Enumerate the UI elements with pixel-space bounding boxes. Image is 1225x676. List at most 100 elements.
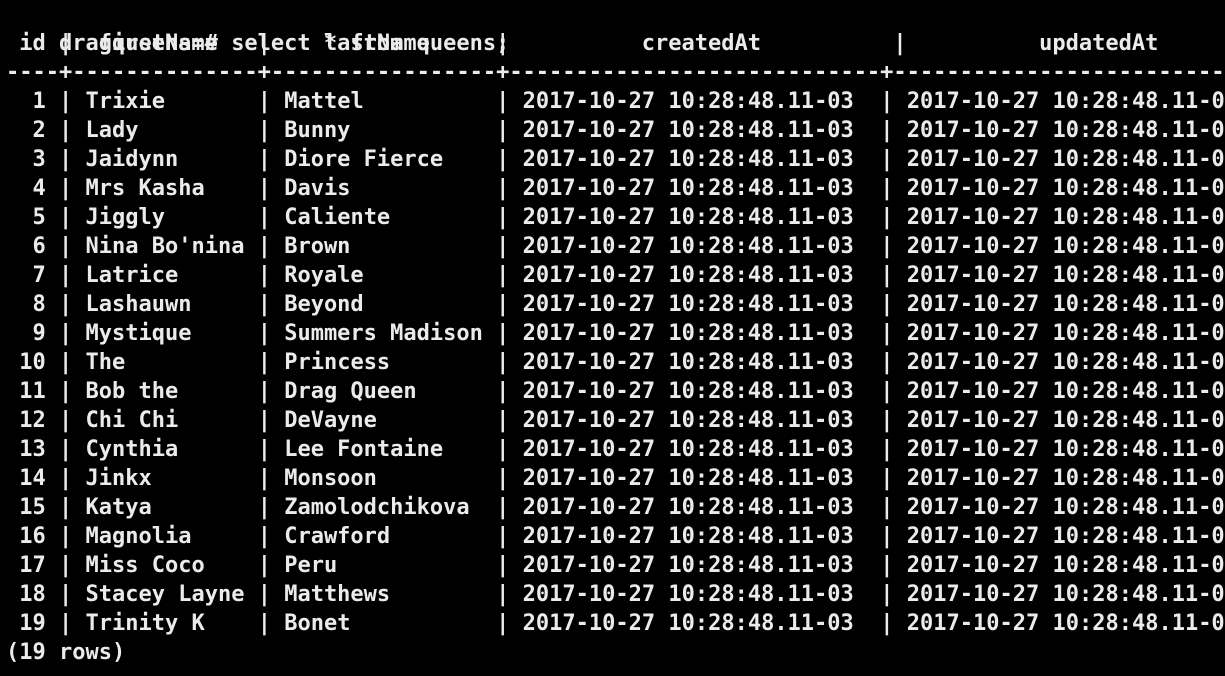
cell-padding (6, 524, 19, 549)
column-separator: | (482, 466, 523, 491)
cell-lastname: Zamolodchikova (284, 495, 470, 520)
cell-createdat: 2017-10-27 10:28:48.11-03 (522, 321, 854, 346)
cell-padding (854, 466, 867, 491)
column-separator: | (45, 118, 86, 143)
cell-firstname: The (85, 350, 126, 375)
column-separator: | (45, 582, 86, 607)
column-separator: | (244, 234, 285, 259)
cell-id: 11 (19, 379, 46, 404)
cell-padding (390, 582, 483, 607)
table-row: 1 | Trixie | Mattel | 2017-10-27 10:28:4… (6, 87, 1225, 116)
table-body: 1 | Trixie | Mattel | 2017-10-27 10:28:4… (0, 87, 1225, 638)
cell-padding (377, 466, 483, 491)
column-separator: | (45, 466, 86, 491)
column-separator: | (244, 263, 285, 288)
prompt-line: dragqueens=# select * from queens; (6, 0, 1225, 56)
cell-padding (350, 176, 482, 201)
cell-updatedat: 2017-10-27 10:28:48.11-03 (906, 379, 1225, 404)
cell-lastname: Royale (284, 263, 364, 288)
table-row: 17 | Miss Coco | Peru | 2017-10-27 10:28… (6, 551, 1225, 580)
table-row: 10 | The | Princess | 2017-10-27 10:28:4… (6, 348, 1225, 377)
table-row: 11 | Bob the | Drag Queen | 2017-10-27 1… (6, 377, 1225, 406)
cell-firstname: Jinkx (85, 466, 152, 491)
cell-padding (178, 147, 244, 172)
cell-lastname: Mattel (284, 89, 364, 114)
cell-padding (6, 292, 33, 317)
column-separator: | (45, 524, 86, 549)
cell-padding (854, 524, 867, 549)
cell-padding (854, 234, 867, 259)
column-separator: | (482, 350, 523, 375)
cell-updatedat: 2017-10-27 10:28:48.11-03 (906, 611, 1225, 636)
cell-createdat: 2017-10-27 10:28:48.11-03 (522, 176, 854, 201)
cell-firstname: Stacey Layne (85, 582, 245, 607)
terminal-window[interactable]: dragqueens=# select * from queens; id | … (0, 0, 1225, 676)
column-separator: | (482, 611, 523, 636)
column-separator: | (867, 437, 907, 462)
cell-updatedat: 2017-10-27 10:28:48.11-03 (906, 553, 1225, 578)
table-row: 2 | Lady | Bunny | 2017-10-27 10:28:48.1… (6, 116, 1225, 145)
cell-id: 13 (19, 437, 46, 462)
column-separator: | (482, 582, 523, 607)
cell-id: 16 (19, 524, 46, 549)
column-separator: | (244, 466, 285, 491)
column-separator: | (867, 553, 907, 578)
cell-padding (854, 379, 867, 404)
cell-padding (854, 553, 867, 578)
cell-createdat: 2017-10-27 10:28:48.11-03 (522, 379, 854, 404)
cell-updatedat: 2017-10-27 10:28:48.11-03 (906, 466, 1225, 491)
cell-padding (6, 350, 19, 375)
cell-padding (854, 350, 867, 375)
cell-firstname: Lashauwn (85, 292, 192, 317)
column-separator: | (867, 582, 907, 607)
cell-padding (417, 379, 483, 404)
cell-padding (350, 118, 482, 143)
column-separator: | (482, 437, 523, 462)
cell-padding (6, 263, 33, 288)
cell-lastname: Peru (284, 553, 338, 578)
column-separator: | (482, 205, 523, 230)
table-row: 15 | Katya | Zamolodchikova | 2017-10-27… (6, 493, 1225, 522)
column-separator: | (482, 234, 523, 259)
cell-padding (350, 234, 482, 259)
cell-padding (854, 176, 867, 201)
cell-padding (152, 466, 245, 491)
table-row: 16 | Magnolia | Crawford | 2017-10-27 10… (6, 522, 1225, 551)
column-separator: | (45, 176, 86, 201)
column-separator: | (867, 118, 907, 143)
column-separator: | (867, 147, 907, 172)
cell-padding (854, 263, 867, 288)
cell-id: 15 (19, 495, 46, 520)
cell-lastname: Summers Madison (284, 321, 483, 346)
cell-padding (854, 147, 867, 172)
cell-lastname: Bunny (284, 118, 351, 143)
column-separator: | (867, 234, 907, 259)
column-separator: | (482, 379, 523, 404)
column-separator: | (867, 205, 907, 230)
cell-padding (6, 89, 33, 114)
cell-padding (191, 321, 244, 346)
cell-createdat: 2017-10-27 10:28:48.11-03 (522, 234, 854, 259)
cell-lastname: Drag Queen (284, 379, 417, 404)
cell-firstname: Miss Coco (85, 553, 205, 578)
column-separator: | (867, 466, 907, 491)
cell-firstname: Nina Bo'nina (85, 234, 245, 259)
cell-firstname: Chi Chi (85, 408, 179, 433)
table-row: 18 | Stacey Layne | Matthews | 2017-10-2… (6, 580, 1225, 609)
cell-padding (854, 292, 867, 317)
column-separator: | (244, 495, 285, 520)
cell-createdat: 2017-10-27 10:28:48.11-03 (522, 524, 854, 549)
cell-lastname: Beyond (284, 292, 364, 317)
cell-padding (6, 582, 19, 607)
cell-createdat: 2017-10-27 10:28:48.11-03 (522, 118, 854, 143)
cell-padding (854, 582, 867, 607)
column-separator: | (244, 379, 285, 404)
table-divider: ----+--------------+-----------------+--… (6, 60, 1225, 85)
cell-id: 9 (32, 321, 46, 346)
column-separator: | (482, 89, 523, 114)
cell-id: 12 (19, 408, 46, 433)
column-separator: | (244, 553, 285, 578)
cell-createdat: 2017-10-27 10:28:48.11-03 (522, 437, 854, 462)
cell-padding (854, 89, 867, 114)
cell-lastname: Davis (284, 176, 351, 201)
